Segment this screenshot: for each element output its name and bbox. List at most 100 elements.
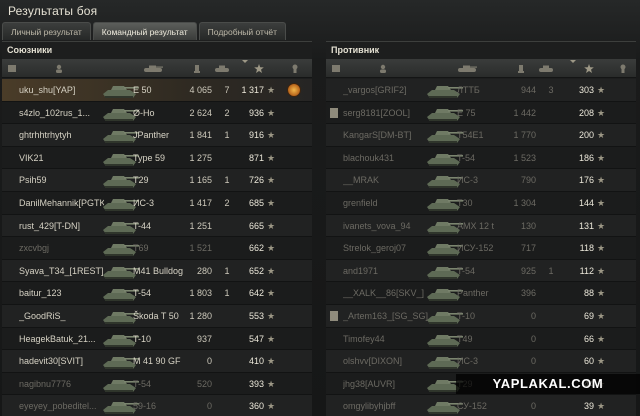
table-row[interactable]: Psih59 T29 1 165 1 726 ★ [2,169,312,192]
table-row[interactable]: nagibnu7776 T-54 520 393 ★ [2,372,312,396]
player-name[interactable]: _Artem163_[SG_SG] [343,305,433,327]
table-row[interactable]: uku_shu[YAP] E 50 4 065 7 1 317 ★ [2,79,312,102]
player-name[interactable]: Strelok_geroj07 [343,237,433,259]
table-row[interactable]: eyeyey_pobeditel... 59-16 0 360 ★ [2,395,312,416]
player-icon[interactable] [54,64,64,73]
player-name[interactable]: eyeyey_pobeditel... [19,395,104,416]
experience-star-icon[interactable] [254,64,264,73]
experience-star-icon[interactable] [584,64,594,73]
damage-value: 520 [196,378,212,389]
player-name[interactable]: nagibnu7776 [19,373,104,395]
player-name[interactable]: Psih59 [19,169,104,191]
damage-icon[interactable] [516,64,526,73]
tank-name: T30 [457,197,473,208]
table-row[interactable]: serg8181[ZOOL] E 75 1 442 208 ★ [326,101,636,125]
medal-icon[interactable] [290,64,300,73]
player-name[interactable]: ghtrhhtrhytyh [19,124,104,146]
player-name[interactable]: zxcvbgj [19,237,104,259]
vehicle-icon[interactable] [142,64,164,73]
player-name[interactable]: _vargos[GRIF2] [343,79,433,101]
player-name[interactable]: hadevit30[SVIT] [19,350,104,372]
player-icon[interactable] [378,64,388,73]
table-row[interactable]: blachouk431 T-54 1 523 186 ★ [326,146,636,170]
player-name[interactable]: blachouk431 [343,147,433,169]
table-row[interactable]: zxcvbgj T69 1 521 662 ★ [2,237,312,260]
damage-value: 1 251 [189,220,212,231]
experience-value: 665 [248,220,264,231]
player-name[interactable]: DanilMehannik[PGTK] [19,192,104,214]
player-name[interactable]: rust_429[T-DN] [19,215,104,237]
player-name[interactable]: Syava_T34_[1REST] [19,260,104,282]
table-row[interactable]: grenfield T30 1 304 144 ★ [326,191,636,215]
table-row[interactable]: _GoodRiS_ Škoda T 50 1 280 553 ★ [2,304,312,328]
experience-value: 88 [583,288,594,299]
experience-value: 176 [578,175,594,186]
tank-name: Škoda T 50 [133,310,179,321]
sort-arrow-icon[interactable] [570,60,576,63]
table-row[interactable]: Strelok_geroj07 ИСУ-152 717 118 ★ [326,237,636,260]
enemies-table-header [326,59,636,78]
player-name[interactable]: and1971 [343,260,433,282]
player-name[interactable]: __MRAK [343,169,433,191]
player-name[interactable]: ivanets_vova_94 [343,215,433,237]
table-row[interactable]: Timofey44 T49 0 66 ★ [326,327,636,351]
experience-value: 936 [248,107,264,118]
table-row[interactable]: rust_429[T-DN] T-44 1 251 665 ★ [2,214,312,238]
table-row[interactable]: s4zlo_102rus_1... Ø-Ho 2 624 2 936 ★ [2,101,312,125]
tab-detailed-report[interactable]: Подробный отчёт [198,22,286,40]
table-row[interactable]: __XALK__86[SKV_] Panther 396 88 ★ [326,282,636,305]
damage-value: 1 275 [189,152,212,163]
table-row[interactable]: _Artem163_[SG_SG] T-10 0 69 ★ [326,304,636,328]
player-name[interactable]: baitur_123 [19,282,104,304]
tab-team-result[interactable]: Командный результат [92,22,197,40]
player-name[interactable]: Timofey44 [343,328,433,350]
table-row[interactable]: and1971 T-54 925 1 112 ★ [326,259,636,283]
damage-value: 0 [206,356,212,367]
experience-value: 303 [578,85,594,95]
player-name[interactable]: KangarS[DM-BT] [343,124,433,146]
tank-name: ИС-3 [457,175,478,186]
table-row[interactable]: ivanets_vova_94 AMX 12 t 130 131 ★ [326,214,636,238]
player-name[interactable]: __XALK__86[SKV_] [343,282,433,304]
player-name[interactable]: olshvv[DIXON] [343,350,433,372]
player-name[interactable]: VIK21 [19,147,104,169]
player-name[interactable]: grenfield [343,192,433,214]
experience-value: 118 [579,243,594,254]
table-row[interactable]: Syava_T34_[1REST] M41 Bulldog 280 1 652 ★ [2,259,312,283]
player-name[interactable]: HeagekBatuk_21... [19,328,104,350]
damage-icon[interactable] [192,64,202,73]
experience-value: 39 [583,401,594,412]
player-name[interactable]: jhg38[AUVR] [343,373,433,395]
vehicle-icon[interactable] [456,64,478,73]
table-row[interactable]: VIK21 Type 59 1 275 871 ★ [2,146,312,170]
kills-icon[interactable] [214,64,230,73]
player-name[interactable]: uku_shu[YAP] [19,79,104,101]
table-row[interactable]: _vargos[GRIF2] ЛТТБ 944 3 303 ★ [326,79,636,102]
table-row[interactable]: DanilMehannik[PGTK] ИС-3 1 417 2 685 ★ [2,191,312,215]
player-name[interactable]: omgylibyhjbff [343,395,433,416]
table-row[interactable]: __MRAK ИС-3 790 176 ★ [326,169,636,192]
medal-icon[interactable] [618,64,628,73]
table-row[interactable]: baitur_123 T-54 1 803 1 642 ★ [2,282,312,305]
experience-star-icon: ★ [597,333,606,344]
medal-icon[interactable] [287,83,301,97]
kills-icon[interactable] [538,64,554,73]
table-row[interactable]: olshvv[DIXON] ИС-3 0 60 ★ [326,350,636,373]
experience-star-icon: ★ [597,310,606,321]
table-row[interactable]: omgylibyhjbff СУ-152 0 39 ★ [326,395,636,416]
tank-name: ИС-3 [457,356,478,367]
experience-star-icon: ★ [267,310,276,321]
kills-value: 1 [224,265,230,276]
sort-arrow-icon[interactable] [242,60,248,63]
squad-icon[interactable] [331,64,341,73]
table-row[interactable]: hadevit30[SVIT] M 41 90 GF 0 410 ★ [2,350,312,373]
table-row[interactable]: ghtrhhtrhytyh JPanther 1 841 1 916 ★ [2,124,312,147]
player-name[interactable]: s4zlo_102rus_1... [19,102,104,124]
squad-icon[interactable] [7,64,17,73]
table-row[interactable]: HeagekBatuk_21... T-10 937 547 ★ [2,327,312,351]
kills-value: 7 [224,85,230,95]
tab-personal-result[interactable]: Личный результат [2,22,91,40]
player-name[interactable]: _GoodRiS_ [19,305,104,327]
table-row[interactable]: KangarS[DM-BT] T54E1 1 770 200 ★ [326,124,636,147]
player-name[interactable]: serg8181[ZOOL] [343,102,433,124]
